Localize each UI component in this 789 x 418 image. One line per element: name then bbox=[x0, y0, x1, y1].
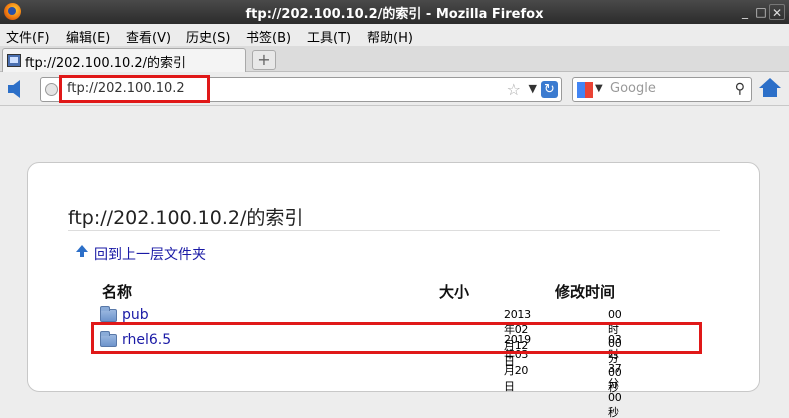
menu-help[interactable]: 帮助(H) bbox=[367, 27, 413, 46]
tab-label: ftp://202.100.10.2/的索引 bbox=[25, 56, 187, 71]
new-tab-button[interactable]: + bbox=[252, 50, 276, 70]
reload-icon[interactable]: ↻ bbox=[541, 81, 558, 98]
rhel-row-highlight-box bbox=[91, 322, 702, 354]
binoculars-icon[interactable]: ⚲ bbox=[735, 81, 745, 97]
url-highlight-box bbox=[59, 75, 210, 103]
column-header-name: 名称 bbox=[102, 283, 133, 301]
up-arrow-icon bbox=[76, 245, 88, 257]
page-title: ftp://202.100.10.2/的索引 bbox=[68, 207, 304, 229]
folder-icon bbox=[100, 306, 117, 322]
file-name-link[interactable]: pub bbox=[122, 307, 149, 323]
window-titlebar: ftp://202.100.10.2/的索引 - Mozilla Firefox… bbox=[0, 0, 789, 24]
window-title: ftp://202.100.10.2/的索引 - Mozilla Firefox bbox=[245, 7, 544, 22]
home-icon[interactable] bbox=[759, 78, 781, 98]
maximize-icon[interactable]: □ bbox=[753, 4, 769, 20]
site-identity-icon[interactable] bbox=[45, 83, 58, 96]
bookmark-star-icon[interactable]: ☆ bbox=[507, 80, 521, 99]
minimize-icon[interactable]: _ bbox=[737, 4, 753, 20]
search-engine-dropdown-icon[interactable]: ▼ bbox=[595, 83, 603, 94]
heading-divider bbox=[68, 230, 720, 231]
google-engine-icon[interactable] bbox=[577, 82, 593, 98]
directory-listing-panel: ftp://202.100.10.2/的索引 回到上一层文件夹 名称 大小 修改… bbox=[27, 162, 760, 418]
menubar: 文件(F) 编辑(E) 查看(V) 历史(S) 书签(B) 工具(T) 帮助(H… bbox=[0, 24, 789, 46]
url-history-dropdown-icon[interactable]: ▼ bbox=[529, 82, 537, 95]
parent-directory-label[interactable]: 回到上一层文件夹 bbox=[94, 244, 206, 264]
page-favicon-icon bbox=[7, 54, 21, 67]
menu-file[interactable]: 文件(F) bbox=[6, 27, 50, 46]
menu-history[interactable]: 历史(S) bbox=[186, 27, 230, 46]
menu-tools[interactable]: 工具(T) bbox=[307, 27, 351, 46]
column-header-size: 大小 bbox=[439, 283, 470, 301]
close-icon[interactable]: ✕ bbox=[769, 4, 785, 20]
back-arrow-icon[interactable] bbox=[8, 80, 20, 98]
tabbar: ftp://202.100.10.2/的索引 + bbox=[0, 46, 789, 72]
tab-ftp-index[interactable]: ftp://202.100.10.2/的索引 bbox=[2, 48, 246, 72]
menu-view[interactable]: 查看(V) bbox=[126, 27, 171, 46]
column-header-modified: 修改时间 bbox=[555, 283, 616, 301]
search-input[interactable]: Google bbox=[610, 81, 656, 96]
menu-bookmarks[interactable]: 书签(B) bbox=[246, 27, 291, 46]
search-bar[interactable]: ▼ Google ⚲ bbox=[572, 77, 752, 102]
page-content: ftp://202.100.10.2/的索引 回到上一层文件夹 名称 大小 修改… bbox=[0, 107, 789, 418]
menu-edit[interactable]: 编辑(E) bbox=[66, 27, 110, 46]
